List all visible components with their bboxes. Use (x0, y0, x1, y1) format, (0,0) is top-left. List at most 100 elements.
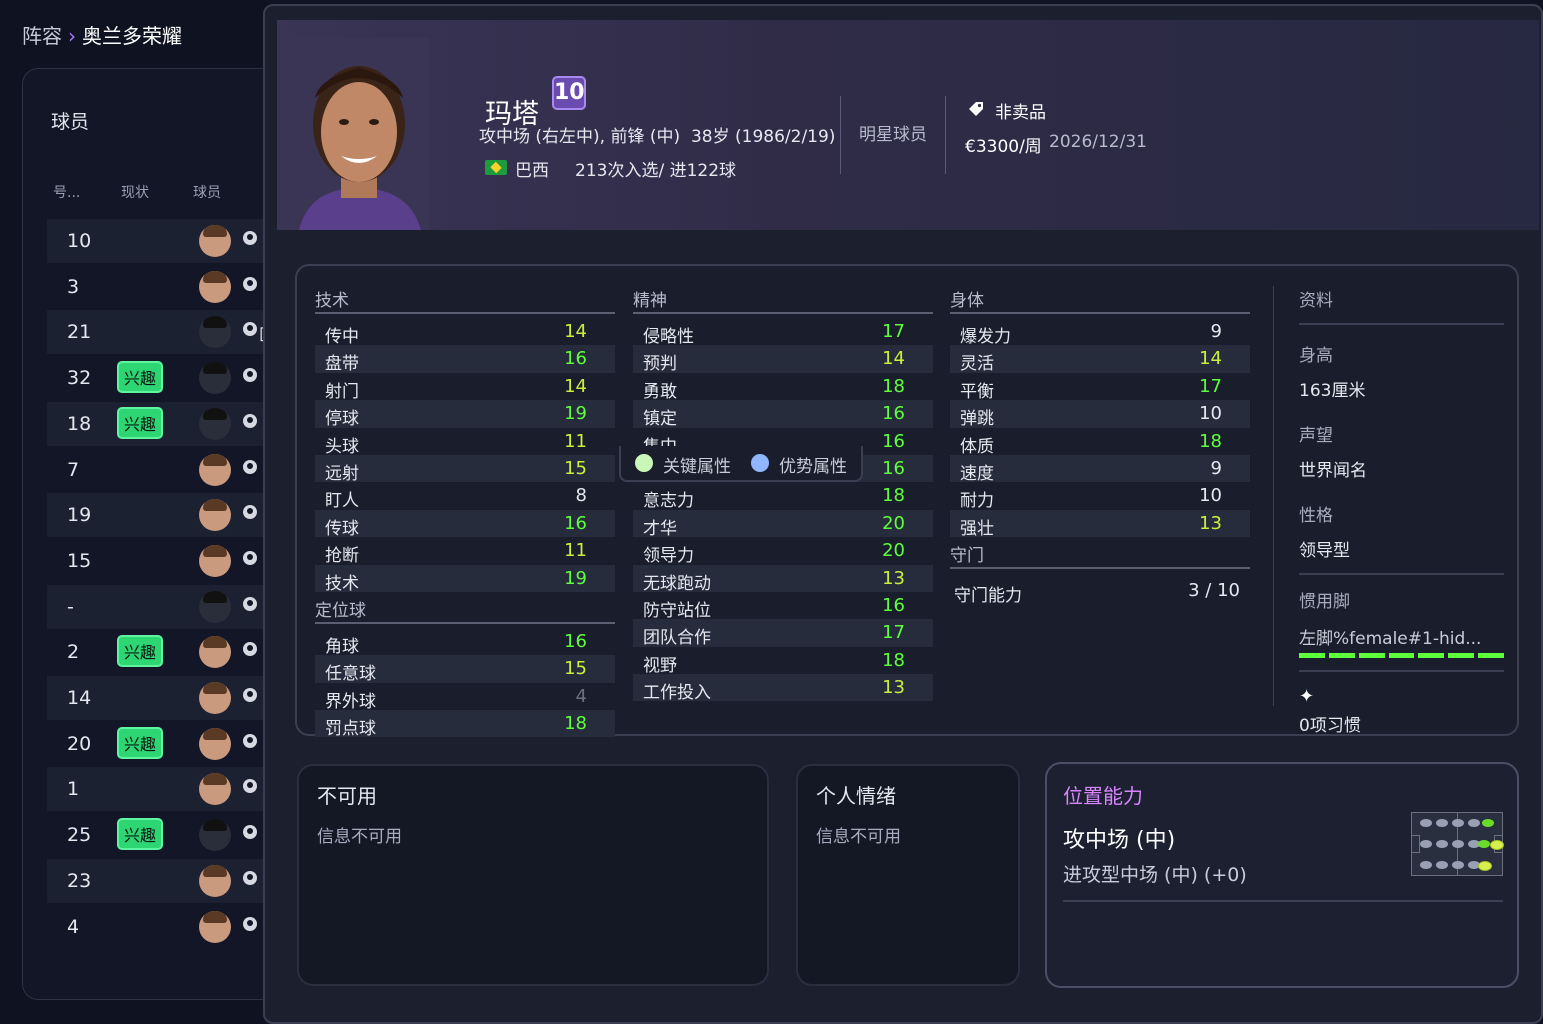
avatar[interactable] (199, 544, 231, 577)
person-icon (243, 825, 257, 840)
key-attribute-label[interactable]: 关键属性 (663, 452, 731, 477)
avatar[interactable] (199, 590, 231, 623)
breadcrumb-root[interactable]: 阵容 (22, 24, 62, 48)
interest-badge[interactable]: 兴趣 (117, 361, 163, 394)
avatar[interactable] (199, 727, 231, 760)
attribute-row[interactable]: 视野 18 (633, 647, 933, 676)
avatar[interactable] (199, 362, 231, 395)
shirt-number: 15 (67, 549, 92, 572)
avatar[interactable] (199, 225, 231, 257)
roster-row[interactable]: 18 兴趣 (47, 401, 287, 446)
position-sub: 进攻型中场 (中) (+0) (1063, 864, 1247, 886)
attribute-name: 守门能力 (954, 586, 1022, 607)
attribute-value: 18 (882, 485, 905, 507)
profile-info: 资料 身高 163厘米 声望 世界闻名 性格 领导型 惯用脚 左脚%female… (1299, 286, 1505, 736)
attribute-value: 15 (564, 457, 587, 479)
roster-row[interactable]: - (47, 584, 287, 629)
avatar[interactable] (199, 910, 231, 943)
roster-row[interactable]: 1 (47, 767, 287, 812)
attribute-row[interactable]: 角球 16 (315, 628, 615, 657)
attribute-row[interactable]: 意志力 18 (633, 482, 933, 511)
roster-panel: 球员 号... 现状 球员 10321区32兴趣18兴趣71915-2兴趣142… (22, 68, 304, 1000)
roster-row[interactable]: 21区 (47, 310, 287, 355)
roster-row[interactable]: 19 (47, 493, 287, 538)
attribute-row[interactable]: 技术 19 (315, 564, 615, 594)
attribute-row[interactable]: 灵活 14 (950, 345, 1250, 374)
attribute-row[interactable]: 弹跳 10 (950, 400, 1250, 429)
avatar[interactable] (199, 864, 231, 897)
attribute-row[interactable]: 侵略性 17 (633, 318, 933, 347)
interest-badge[interactable]: 兴趣 (117, 406, 163, 439)
attribute-row[interactable]: 界外球 4 (315, 683, 615, 712)
interest-badge[interactable]: 兴趣 (117, 818, 163, 851)
avatar[interactable] (199, 773, 231, 806)
player-nation[interactable]: 巴西 (515, 156, 549, 181)
roster-title: 球员 (51, 111, 90, 133)
attribute-row[interactable]: 射门 14 (315, 373, 615, 402)
attribute-row[interactable]: 才华 20 (633, 509, 933, 539)
roster-row[interactable]: 14 (47, 676, 287, 720)
avatar[interactable] (199, 407, 231, 440)
col-header-number[interactable]: 号... (53, 182, 80, 202)
attribute-value: 10 (1199, 485, 1222, 507)
roster-row[interactable]: 25 兴趣 (47, 813, 287, 857)
strength-attribute-label[interactable]: 优势属性 (779, 452, 847, 477)
attribute-row[interactable]: 预判 14 (633, 345, 933, 374)
attribute-row[interactable]: 头球 11 (315, 428, 615, 457)
attribute-name: 团队合作 (643, 628, 711, 649)
physical-header: 身体 (950, 286, 1250, 314)
attribute-row[interactable]: 强壮 13 (950, 509, 1250, 539)
attribute-row[interactable]: 远射 15 (315, 454, 615, 484)
col-header-status[interactable]: 现状 (121, 182, 149, 202)
attribute-row[interactable]: 罚点球 18 (315, 710, 615, 739)
roster-row[interactable]: 4 (47, 905, 287, 949)
roster-row[interactable]: 20 兴趣 (47, 722, 287, 766)
roster-row[interactable]: 2 兴趣 (47, 630, 287, 674)
attribute-row[interactable]: 防守站位 16 (633, 592, 933, 621)
transfer-status[interactable]: 非卖品 (995, 98, 1046, 123)
attribute-row[interactable]: 任意球 15 (315, 655, 615, 684)
roster-row[interactable]: 10 (47, 219, 287, 263)
col-header-player[interactable]: 球员 (193, 182, 221, 202)
attribute-row[interactable]: 抢断 11 (315, 537, 615, 566)
attribute-row[interactable]: 盯人 8 (315, 482, 615, 511)
reputation-label: 声望 (1299, 426, 1333, 446)
attribute-row[interactable]: 盘带 16 (315, 345, 615, 374)
avatar[interactable] (199, 270, 231, 303)
attribute-row[interactable]: 平衡 17 (950, 373, 1250, 402)
attribute-row[interactable]: 速度 9 (950, 454, 1250, 484)
attribute-row[interactable]: 爆发力 9 (950, 318, 1250, 347)
attribute-row[interactable]: 停球 19 (315, 400, 615, 429)
roster-row[interactable]: 23 (47, 858, 287, 903)
attribute-row[interactable]: 镇定 16 (633, 400, 933, 429)
avatar[interactable] (199, 819, 231, 852)
avatar[interactable] (199, 682, 231, 714)
attribute-row[interactable]: 团队合作 17 (633, 619, 933, 649)
attribute-row[interactable]: 传中 14 (315, 318, 615, 347)
attribute-value: 20 (882, 512, 905, 534)
attribute-value: 18 (1199, 430, 1222, 452)
avatar[interactable] (199, 316, 231, 349)
attribute-row[interactable]: 传球 16 (315, 509, 615, 539)
interest-badge[interactable]: 兴趣 (117, 635, 163, 668)
attribute-row[interactable]: 耐力 10 (950, 482, 1250, 511)
interest-badge[interactable]: 兴趣 (117, 726, 163, 759)
roster-row[interactable]: 32 兴趣 (47, 356, 287, 400)
position-ability-card[interactable]: 位置能力 攻中场 (中) 进攻型中场 (中) (+0) (1045, 762, 1519, 988)
avatar[interactable] (199, 636, 231, 669)
avatar[interactable] (199, 499, 231, 532)
roster-row[interactable]: 3 (47, 265, 287, 309)
habits-count[interactable]: 0项习惯 (1299, 711, 1504, 736)
attribute-row[interactable]: 守门能力 3 / 10 (950, 577, 1250, 607)
avatar[interactable] (199, 453, 231, 486)
attribute-row[interactable]: 体质 18 (950, 428, 1250, 457)
attribute-row[interactable]: 工作投入 13 (633, 674, 933, 703)
attribute-row[interactable]: 领导力 20 (633, 537, 933, 566)
player-status: 明星球员 (859, 125, 927, 145)
roster-row[interactable]: 7 (47, 448, 287, 492)
attribute-row[interactable]: 勇敢 18 (633, 373, 933, 402)
roster-row[interactable]: 15 (47, 539, 287, 583)
position-pitch-diagram (1411, 812, 1504, 876)
emotion-card: 个人情绪 信息不可用 (796, 764, 1020, 986)
attribute-row[interactable]: 无球跑动 13 (633, 564, 933, 594)
